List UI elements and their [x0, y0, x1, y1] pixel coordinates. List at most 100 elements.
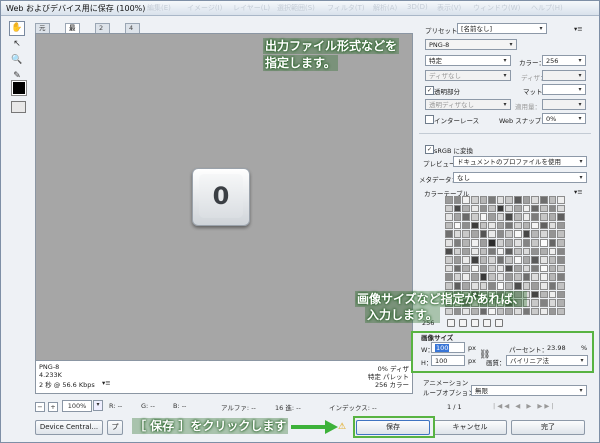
preset-select[interactable]: [名前なし] ▾: [457, 23, 547, 34]
color-swatch[interactable]: [540, 281, 548, 290]
color-swatch[interactable]: [548, 256, 557, 264]
color-swatch[interactable]: [496, 230, 505, 238]
color-swatch[interactable]: [496, 264, 505, 273]
color-swatch[interactable]: [514, 221, 522, 230]
color-swatch[interactable]: [505, 264, 514, 273]
color-swatch[interactable]: [479, 273, 488, 281]
chevron-down-icon[interactable]: ▾: [93, 400, 103, 411]
hand-icon[interactable]: ✋: [9, 21, 25, 36]
color-swatch[interactable]: [514, 273, 522, 281]
color-swatch[interactable]: [453, 247, 462, 256]
amount-field[interactable]: ▾: [542, 99, 586, 110]
color-swatch[interactable]: [557, 238, 565, 247]
color-swatch[interactable]: [470, 273, 479, 281]
color-swatch[interactable]: [488, 281, 496, 290]
color-swatch[interactable]: [445, 256, 453, 264]
color-swatch[interactable]: [445, 213, 453, 221]
lock-icon[interactable]: [471, 319, 479, 327]
color-swatch[interactable]: [505, 213, 514, 221]
color-swatch[interactable]: [548, 307, 557, 316]
color-swatch[interactable]: [557, 281, 565, 290]
color-swatch[interactable]: [453, 264, 462, 273]
color-swatch[interactable]: [470, 247, 479, 256]
color-swatch[interactable]: [453, 213, 462, 221]
color-swatch[interactable]: [514, 196, 522, 204]
format-select[interactable]: PNG-8 ▾: [425, 39, 517, 50]
color-swatch[interactable]: [540, 307, 548, 316]
color-swatch[interactable]: [540, 256, 548, 264]
color-swatch[interactable]: [470, 238, 479, 247]
color-swatch[interactable]: [479, 230, 488, 238]
color-swatch[interactable]: [445, 247, 453, 256]
color-swatch[interactable]: [462, 196, 470, 204]
done-button[interactable]: 完了: [511, 420, 585, 435]
color-swatch[interactable]: [453, 307, 462, 316]
color-swatch[interactable]: [522, 256, 531, 264]
color-swatch[interactable]: [557, 273, 565, 281]
color-swatch[interactable]: [548, 299, 557, 307]
color-swatch[interactable]: [540, 221, 548, 230]
srgb-checkbox[interactable]: ✓: [425, 145, 434, 154]
color-swatch[interactable]: [488, 238, 496, 247]
color-table-menu-icon[interactable]: ▾≡: [574, 188, 583, 196]
color-swatch[interactable]: [445, 196, 453, 204]
color-swatch[interactable]: [548, 238, 557, 247]
color-swatch[interactable]: [531, 238, 540, 247]
color-swatch[interactable]: [445, 307, 453, 316]
color-swatch[interactable]: [557, 230, 565, 238]
color-swatch[interactable]: [488, 256, 496, 264]
color-swatch[interactable]: [514, 247, 522, 256]
color-swatch[interactable]: [522, 247, 531, 256]
color-swatch[interactable]: [488, 307, 496, 316]
slice-select-icon[interactable]: ↖: [9, 37, 25, 52]
color-swatch[interactable]: [522, 273, 531, 281]
color-swatch[interactable]: [470, 221, 479, 230]
color-swatch[interactable]: [462, 281, 470, 290]
color-swatch[interactable]: [470, 204, 479, 213]
color-swatch[interactable]: [557, 307, 565, 316]
dither-algorithm-select[interactable]: ディザなし ▾: [425, 70, 511, 81]
color-swatch[interactable]: [514, 307, 522, 316]
delete-color-icon[interactable]: [495, 319, 503, 327]
color-swatch[interactable]: [514, 230, 522, 238]
color-swatch[interactable]: [531, 290, 540, 299]
color-swatch[interactable]: [540, 247, 548, 256]
color-swatch[interactable]: [479, 204, 488, 213]
color-swatch[interactable]: [470, 196, 479, 204]
loop-select[interactable]: 無限 ▾: [471, 385, 587, 396]
color-swatch[interactable]: [514, 256, 522, 264]
color-swatch[interactable]: [470, 307, 479, 316]
zoom-level-select[interactable]: 100%: [62, 400, 92, 412]
color-swatch[interactable]: [557, 247, 565, 256]
color-swatch[interactable]: [488, 230, 496, 238]
color-swatch[interactable]: [522, 213, 531, 221]
transparency-dither-select[interactable]: 透明ディザなし ▾: [425, 99, 511, 110]
color-swatch[interactable]: [496, 247, 505, 256]
color-swatch[interactable]: [531, 281, 540, 290]
color-swatch[interactable]: [445, 204, 453, 213]
color-swatch[interactable]: [540, 196, 548, 204]
color-swatch[interactable]: [548, 196, 557, 204]
color-swatch[interactable]: [540, 273, 548, 281]
color-swatch[interactable]: [470, 256, 479, 264]
color-swatch[interactable]: [445, 230, 453, 238]
color-swatch[interactable]: [470, 230, 479, 238]
color-swatch[interactable]: [522, 264, 531, 273]
color-swatch[interactable]: [531, 273, 540, 281]
color-swatch[interactable]: [557, 204, 565, 213]
device-central-button[interactable]: Device Central...: [35, 420, 103, 435]
color-swatch[interactable]: [453, 273, 462, 281]
websnap-select[interactable]: 0% ▾: [542, 113, 586, 124]
color-swatch[interactable]: [453, 230, 462, 238]
color-swatch[interactable]: [540, 238, 548, 247]
color-swatch[interactable]: [505, 230, 514, 238]
color-swatch[interactable]: [496, 238, 505, 247]
panel-menu-icon[interactable]: ▾≡: [574, 25, 583, 33]
color-swatch[interactable]: [445, 238, 453, 247]
color-swatch[interactable]: [453, 196, 462, 204]
color-swatch[interactable]: [505, 196, 514, 204]
color-swatch[interactable]: [522, 221, 531, 230]
matte-select[interactable]: ▾: [542, 84, 586, 95]
zoom-in-button[interactable]: +: [48, 402, 58, 412]
color-swatch[interactable]: [479, 221, 488, 230]
